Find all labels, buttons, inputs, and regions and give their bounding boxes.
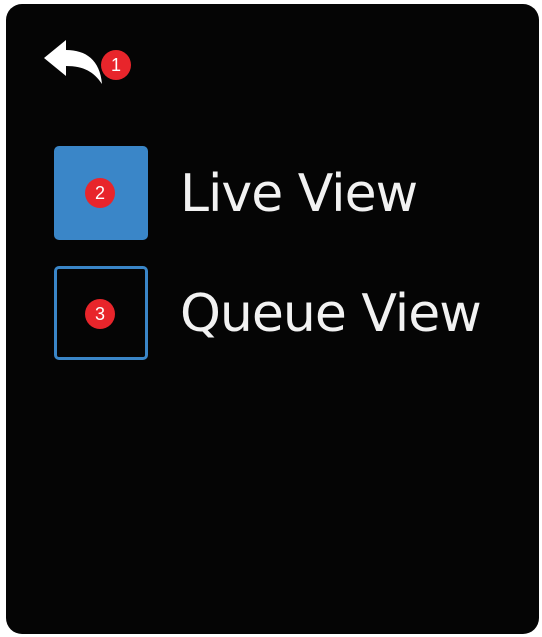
annotation-marker-2: 2 xyxy=(85,178,115,208)
back-arrow-icon xyxy=(44,40,102,84)
live-view-option[interactable]: Live View xyxy=(52,144,532,244)
queue-view-option[interactable]: Queue View xyxy=(52,264,532,364)
live-view-label: Live View xyxy=(180,164,418,224)
back-button[interactable] xyxy=(38,36,110,92)
app-screen: 1 Live View Queue View 2 3 xyxy=(6,4,539,634)
annotation-marker-1: 1 xyxy=(101,50,131,80)
annotation-marker-3: 3 xyxy=(85,299,115,329)
queue-view-label: Queue View xyxy=(180,284,482,344)
